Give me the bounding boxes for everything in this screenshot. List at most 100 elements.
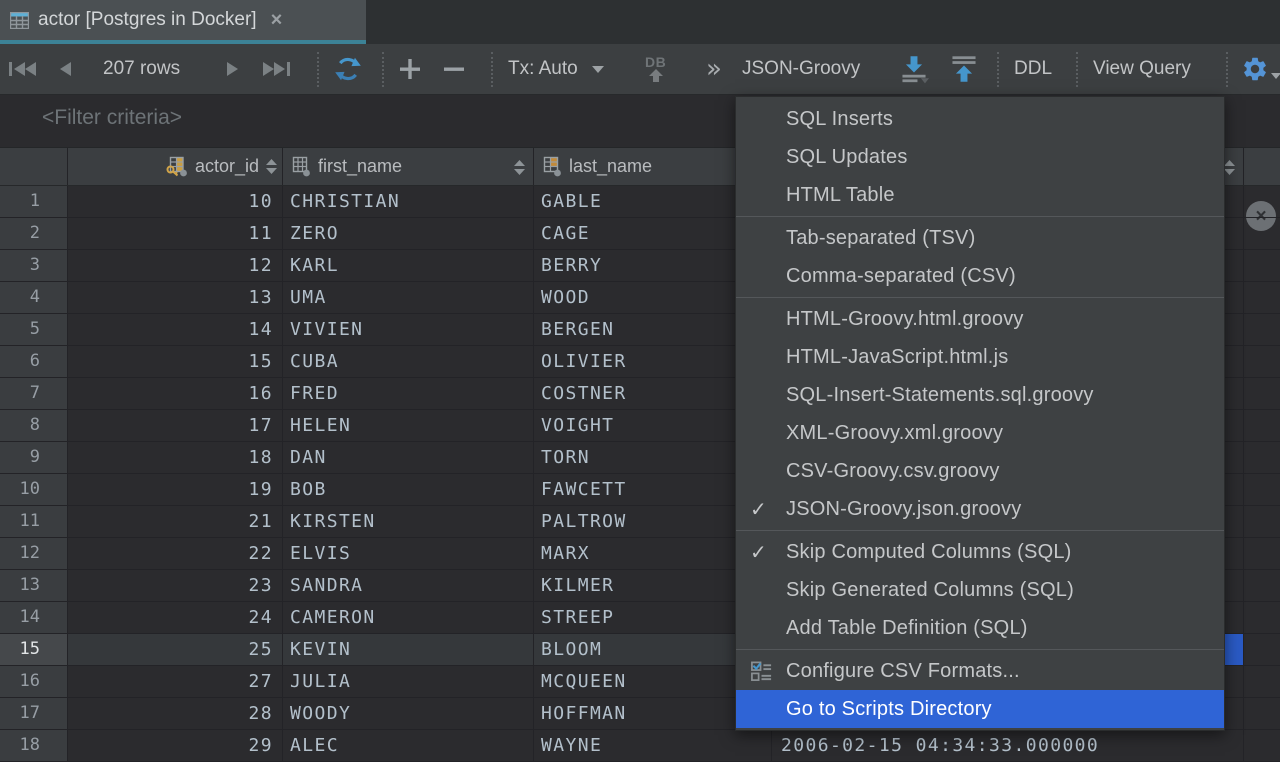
- row-number[interactable]: 17: [0, 698, 68, 729]
- row-number[interactable]: 16: [0, 666, 68, 697]
- row-number[interactable]: 18: [0, 730, 68, 761]
- tab-close-icon[interactable]: ×: [271, 10, 283, 30]
- row-number[interactable]: 10: [0, 474, 68, 505]
- cell-first-name[interactable]: JULIA: [283, 666, 534, 697]
- menu-item-skip-computed-columns-sql[interactable]: ✓Skip Computed Columns (SQL): [736, 533, 1224, 571]
- export-data-button[interactable]: [898, 44, 930, 94]
- row-number[interactable]: 15: [0, 634, 68, 665]
- cell-actor-id[interactable]: 16: [68, 378, 283, 409]
- column-header-actor-id[interactable]: actor_id: [68, 148, 283, 185]
- menu-item-html-javascript-html-js[interactable]: HTML-JavaScript.html.js: [736, 338, 1224, 376]
- row-number[interactable]: 7: [0, 378, 68, 409]
- cell-actor-id[interactable]: 27: [68, 666, 283, 697]
- settings-gear-button[interactable]: [1241, 44, 1280, 94]
- delete-row-button[interactable]: [441, 44, 467, 94]
- cell-first-name[interactable]: BOB: [283, 474, 534, 505]
- cell-spacer: [1244, 570, 1280, 601]
- add-row-button[interactable]: [397, 44, 423, 94]
- cell-first-name[interactable]: SANDRA: [283, 570, 534, 601]
- view-query-button[interactable]: View Query: [1093, 44, 1191, 94]
- menu-item-add-table-definition-sql[interactable]: Add Table Definition (SQL): [736, 609, 1224, 647]
- cell-actor-id[interactable]: 18: [68, 442, 283, 473]
- cell-actor-id[interactable]: 12: [68, 250, 283, 281]
- cell-actor-id[interactable]: 17: [68, 410, 283, 441]
- ddl-button[interactable]: DDL: [1014, 44, 1052, 94]
- cell-first-name[interactable]: CHRISTIAN: [283, 186, 534, 217]
- row-number[interactable]: 6: [0, 346, 68, 377]
- cell-actor-id[interactable]: 24: [68, 602, 283, 633]
- sort-icon[interactable]: [514, 160, 525, 175]
- menu-item-sql-inserts[interactable]: SQL Inserts: [736, 100, 1224, 138]
- cell-actor-id[interactable]: 13: [68, 282, 283, 313]
- menu-item-csv-groovy-csv-groovy[interactable]: CSV-Groovy.csv.groovy: [736, 452, 1224, 490]
- cell-actor-id[interactable]: 19: [68, 474, 283, 505]
- row-number[interactable]: 2: [0, 218, 68, 249]
- tab-actor[interactable]: actor [Postgres in Docker] ×: [0, 0, 366, 40]
- cell-first-name[interactable]: ALEC: [283, 730, 534, 761]
- cell-actor-id[interactable]: 22: [68, 538, 283, 569]
- cell-last-update[interactable]: 2006-02-15 04:34:33.000000: [772, 730, 1244, 761]
- sort-icon[interactable]: [266, 159, 277, 174]
- cell-first-name[interactable]: CAMERON: [283, 602, 534, 633]
- previous-page-button[interactable]: [56, 44, 74, 94]
- row-number[interactable]: 14: [0, 602, 68, 633]
- data-extractor-selector[interactable]: JSON-Groovy: [742, 44, 860, 94]
- row-number[interactable]: 12: [0, 538, 68, 569]
- row-number[interactable]: 4: [0, 282, 68, 313]
- cell-actor-id[interactable]: 21: [68, 506, 283, 537]
- row-number[interactable]: 13: [0, 570, 68, 601]
- cell-first-name[interactable]: UMA: [283, 282, 534, 313]
- cell-first-name[interactable]: ELVIS: [283, 538, 534, 569]
- last-page-button[interactable]: [261, 44, 291, 94]
- menu-item-tab-separated-tsv[interactable]: Tab-separated (TSV): [736, 219, 1224, 257]
- sort-icon[interactable]: [1224, 160, 1235, 175]
- menu-item-label: XML-Groovy.xml.groovy: [786, 422, 1003, 445]
- menu-item-configure-csv-formats[interactable]: Configure CSV Formats...: [736, 652, 1224, 690]
- cell-first-name[interactable]: KEVIN: [283, 634, 534, 665]
- menu-item-label: Configure CSV Formats...: [786, 660, 1020, 683]
- cell-actor-id[interactable]: 11: [68, 218, 283, 249]
- row-number[interactable]: 3: [0, 250, 68, 281]
- row-number[interactable]: 8: [0, 410, 68, 441]
- transaction-mode-dropdown[interactable]: Tx: Auto: [508, 44, 604, 94]
- cell-actor-id[interactable]: 23: [68, 570, 283, 601]
- cell-first-name[interactable]: CUBA: [283, 346, 534, 377]
- import-data-button[interactable]: [948, 44, 980, 94]
- cell-last-name[interactable]: WAYNE: [534, 730, 772, 761]
- cell-first-name[interactable]: VIVIEN: [283, 314, 534, 345]
- menu-item-html-table[interactable]: HTML Table: [736, 176, 1224, 214]
- cell-actor-id[interactable]: 10: [68, 186, 283, 217]
- cell-first-name[interactable]: FRED: [283, 378, 534, 409]
- row-number[interactable]: 9: [0, 442, 68, 473]
- cell-first-name[interactable]: KARL: [283, 250, 534, 281]
- menu-item-json-groovy-json-groovy[interactable]: ✓JSON-Groovy.json.groovy: [736, 490, 1224, 528]
- next-page-button[interactable]: [224, 44, 242, 94]
- column-header-first-name[interactable]: first_name: [283, 148, 534, 185]
- menu-item-sql-insert-statements-sql-groovy[interactable]: SQL-Insert-Statements.sql.groovy: [736, 376, 1224, 414]
- reload-data-button[interactable]: [332, 44, 364, 94]
- submit-to-database-button[interactable]: DB: [645, 44, 666, 94]
- cell-actor-id[interactable]: 14: [68, 314, 283, 345]
- cell-actor-id[interactable]: 28: [68, 698, 283, 729]
- cell-first-name[interactable]: HELEN: [283, 410, 534, 441]
- cell-actor-id[interactable]: 29: [68, 730, 283, 761]
- cell-first-name[interactable]: WOODY: [283, 698, 534, 729]
- row-number[interactable]: 1: [0, 186, 68, 217]
- menu-item-go-to-scripts-directory[interactable]: Go to Scripts Directory: [736, 690, 1224, 728]
- row-number[interactable]: 11: [0, 506, 68, 537]
- menu-item-html-groovy-html-groovy[interactable]: HTML-Groovy.html.groovy: [736, 300, 1224, 338]
- cell-spacer: [1244, 346, 1280, 377]
- filter-criteria-input[interactable]: <Filter criteria>: [42, 106, 182, 130]
- cell-first-name[interactable]: ZERO: [283, 218, 534, 249]
- header-gutter: [0, 148, 68, 185]
- menu-item-comma-separated-csv[interactable]: Comma-separated (CSV): [736, 257, 1224, 295]
- menu-item-skip-generated-columns-sql[interactable]: Skip Generated Columns (SQL): [736, 571, 1224, 609]
- menu-item-xml-groovy-xml-groovy[interactable]: XML-Groovy.xml.groovy: [736, 414, 1224, 452]
- menu-item-sql-updates[interactable]: SQL Updates: [736, 138, 1224, 176]
- cell-first-name[interactable]: DAN: [283, 442, 534, 473]
- first-page-button[interactable]: [8, 44, 38, 94]
- cell-actor-id[interactable]: 25: [68, 634, 283, 665]
- cell-first-name[interactable]: KIRSTEN: [283, 506, 534, 537]
- cell-actor-id[interactable]: 15: [68, 346, 283, 377]
- row-number[interactable]: 5: [0, 314, 68, 345]
